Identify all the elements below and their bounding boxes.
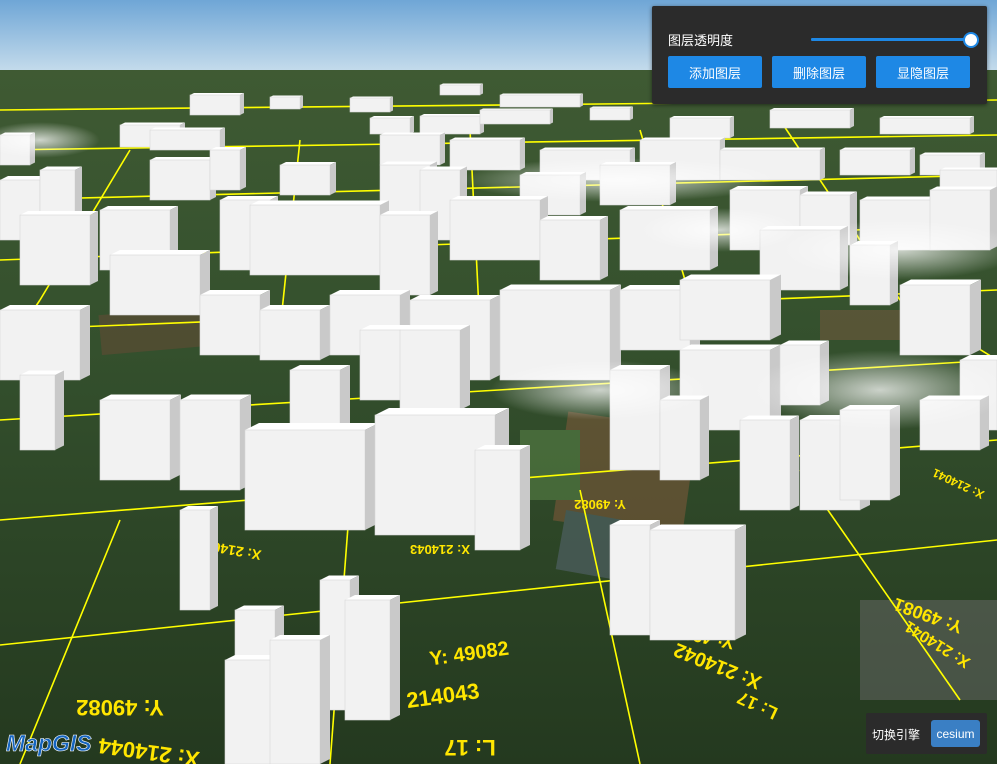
building — [99, 394, 181, 481]
building — [539, 216, 608, 281]
slider-fill — [811, 38, 971, 41]
building — [419, 114, 484, 135]
layer-control-panel: 图层透明度 添加图层 删除图层 显隐图层 — [652, 6, 987, 104]
building — [259, 305, 330, 361]
building — [449, 196, 548, 261]
layer-opacity-slider[interactable] — [811, 32, 979, 48]
delete-layer-button[interactable]: 删除图层 — [772, 56, 866, 88]
add-layer-button[interactable]: 添加图层 — [668, 56, 762, 88]
building — [589, 106, 633, 121]
tile-label: L: 17 — [444, 735, 495, 760]
building — [379, 211, 438, 296]
building — [679, 274, 781, 341]
building — [669, 116, 734, 139]
engine-switcher: 切换引擎 cesium — [866, 713, 987, 754]
building — [769, 108, 854, 129]
building — [244, 423, 379, 531]
building — [0, 305, 90, 381]
map-3d-viewport[interactable]: X: 214043Y: 49082L: 17X: 214044Y: 49082X… — [0, 0, 997, 764]
slider-thumb[interactable] — [963, 32, 979, 48]
building — [379, 132, 445, 166]
engine-toggle-button[interactable]: cesium — [931, 720, 980, 747]
tile-label: Y: 49082 — [76, 695, 164, 720]
building — [649, 524, 746, 641]
layer-opacity-label: 图层透明度 — [668, 33, 734, 48]
building — [899, 279, 981, 356]
building — [349, 96, 393, 113]
building — [269, 635, 330, 764]
tile-label: X: 214043 — [410, 542, 470, 557]
tile-label: Y: 49082 — [574, 497, 626, 512]
building — [109, 250, 210, 316]
toggle-layer-button[interactable]: 显隐图层 — [876, 56, 970, 88]
mapgis-logo: MapGIS — [6, 730, 93, 757]
building — [179, 506, 218, 611]
building — [879, 116, 974, 135]
building — [209, 147, 246, 191]
building — [149, 157, 216, 201]
building — [249, 200, 389, 276]
building — [199, 290, 270, 356]
building — [499, 93, 583, 108]
building — [739, 415, 799, 511]
engine-switch-label: 切换引擎 — [872, 728, 921, 742]
building — [19, 370, 64, 451]
building — [189, 93, 244, 116]
building — [289, 365, 350, 431]
building — [344, 595, 400, 721]
building — [479, 108, 553, 125]
svg-text:MapGIS: MapGIS — [6, 730, 92, 756]
building — [399, 325, 470, 411]
building — [439, 83, 483, 96]
building — [369, 116, 414, 135]
building — [149, 127, 225, 151]
building — [179, 394, 251, 491]
building — [19, 211, 98, 286]
building — [279, 162, 336, 196]
building — [474, 445, 530, 551]
building — [269, 95, 303, 110]
building — [839, 147, 915, 176]
